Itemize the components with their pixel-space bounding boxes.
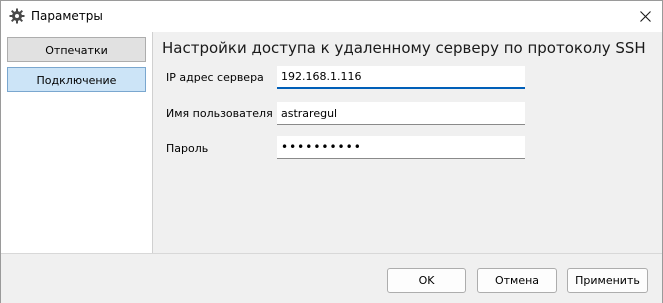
ip-address-field[interactable] xyxy=(277,66,525,89)
settings-window: Параметры Отпечатки Подключение Настройк… xyxy=(0,0,663,303)
password-label: Пароль xyxy=(166,142,209,155)
apply-button[interactable]: Применить xyxy=(567,268,648,293)
username-field[interactable] xyxy=(277,102,525,125)
gear-icon xyxy=(9,8,25,24)
page-title: Настройки доступа к удаленному серверу п… xyxy=(162,39,646,57)
username-label: Имя пользователя xyxy=(166,107,273,120)
sidebar-item-connection[interactable]: Подключение xyxy=(7,67,146,92)
title-bar: Параметры xyxy=(1,1,662,32)
password-field[interactable] xyxy=(277,136,525,159)
dialog-footer: OK Отмена Применить xyxy=(1,253,662,303)
window-title: Параметры xyxy=(31,9,103,23)
ip-address-label: IP адрес сервера xyxy=(166,71,264,84)
ok-button[interactable]: OK xyxy=(387,268,466,293)
sidebar-item-fingerprints[interactable]: Отпечатки xyxy=(7,37,146,62)
close-button[interactable] xyxy=(630,1,662,32)
close-icon xyxy=(640,11,651,22)
sidebar: Отпечатки Подключение xyxy=(1,32,153,253)
connection-panel: Настройки доступа к удаленному серверу п… xyxy=(153,32,662,253)
cancel-button[interactable]: Отмена xyxy=(477,268,557,293)
